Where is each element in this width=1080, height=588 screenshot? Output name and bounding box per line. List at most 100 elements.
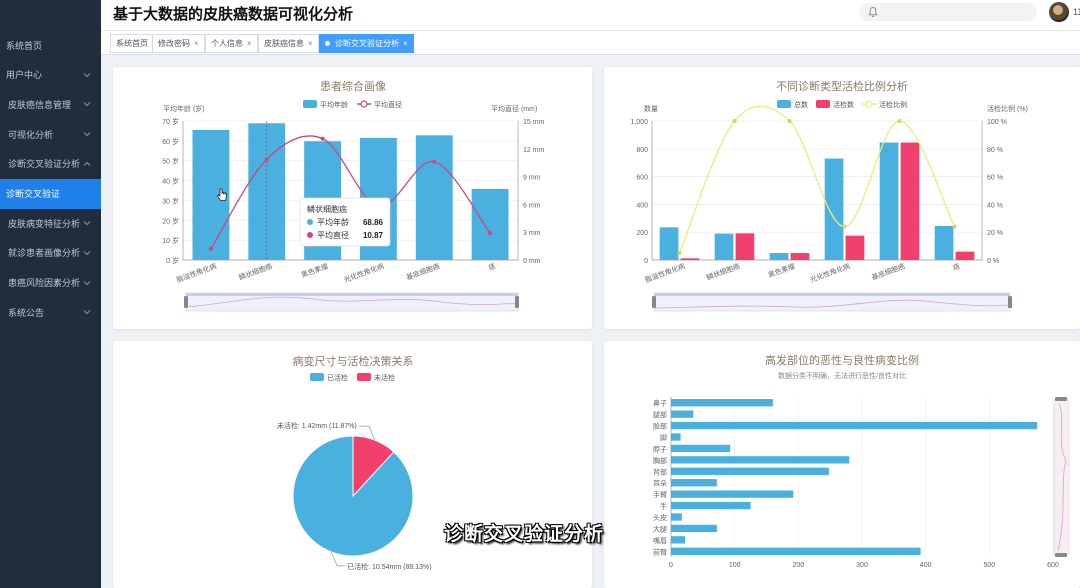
y-right-tick-label: 20 % [987, 230, 1003, 237]
chevron-down-icon [83, 310, 91, 315]
tab-label: 诊断交叉验证分析 [335, 39, 399, 48]
datazoom-handle [1055, 397, 1067, 401]
patient-profile-chart: 患者综合画像平均年龄 平均直径平均年龄 (岁) 平均直径 (mm)0 岁10 岁20… [162, 79, 545, 312]
y-left-tick-label: 0 岁 [166, 256, 179, 265]
tab-label: 系统首页 [116, 39, 148, 48]
bar [680, 258, 700, 260]
x-tick-label: 0 [669, 562, 673, 569]
bar [671, 479, 717, 487]
tooltip-dot [307, 219, 313, 225]
y-tick-label: 大腿 [653, 524, 667, 533]
close-icon[interactable]: × [247, 39, 252, 48]
close-icon[interactable]: × [194, 39, 199, 48]
y-left-tick-label: 1,000 [630, 119, 648, 126]
legend-label: 活检比例 [879, 100, 907, 109]
chevron-path [83, 132, 91, 137]
line-point [320, 136, 325, 141]
tab-label: 个人信息 [211, 39, 243, 48]
bar [900, 142, 920, 260]
bar [790, 253, 810, 260]
bar [671, 467, 829, 475]
sidebar-item[interactable]: 就诊患者画像分析 [0, 238, 101, 268]
bar [671, 490, 794, 498]
hand-cursor-icon [216, 188, 227, 201]
body-site-chart-card: 高发部位的恶性与良性病变比例 数据分类不明确，无法进行恶性/良性对比 0 100 200… [604, 341, 1080, 588]
sidebar-item[interactable]: 皮肤病变特征分析 [0, 208, 101, 238]
sidebar-item[interactable]: 患癌风险因素分析 [0, 268, 101, 298]
video-subtitle-overlay: 诊断交叉验证分析 [444, 523, 605, 545]
x-tick-label: 脂溢性角化病 [175, 261, 218, 284]
bar [955, 251, 975, 260]
legend-swatch [310, 373, 324, 381]
legend-label: 平均直径 [374, 100, 402, 109]
tab[interactable]: 个人信息 × [205, 34, 258, 53]
biopsy-ratio-chart: 不同诊断类型活检比例分析总数 活检数 活检比例 数量 活检比例 (%) 0 200 400 60… [630, 79, 1028, 312]
x-tick-label: 黑色素瘤 [300, 261, 329, 279]
y-tick-label: 脚 [660, 433, 667, 442]
y-tick-label: 前臂 [653, 547, 667, 556]
bar [671, 410, 694, 418]
sidebar-item[interactable]: 系统公告 [0, 297, 101, 327]
sidebar-item[interactable]: 用户中心 [0, 60, 101, 90]
chevron-path [83, 102, 91, 107]
sidebar-item[interactable]: 诊断交叉验证分析 [0, 149, 101, 179]
x-tick-label: 基底细胞癌 [405, 261, 441, 281]
chart-title: 病变尺寸与活检决策关系 [293, 354, 414, 368]
legend-label: 平均年龄 [320, 100, 348, 109]
chart-title: 患者综合画像 [320, 79, 386, 93]
chevron-down-icon [83, 251, 91, 256]
y-right-tick-label: 80 % [987, 147, 1003, 154]
datazoom-bar [186, 293, 518, 296]
y-left-tick-label: 60 岁 [162, 137, 179, 146]
avatar[interactable] [1049, 2, 1069, 22]
sidebar-item[interactable]: 系统首页 [0, 30, 101, 60]
legend-swatch [303, 100, 317, 108]
x-tick-label: 400 [920, 562, 932, 569]
tooltip-value: 10.87 [363, 231, 384, 240]
biopsy-ratio-chart-card: 不同诊断类型活检比例分析 总数 活检数 活检比例 数量 活检比例 (%) 0 200 400 60… [604, 67, 1080, 329]
bar [735, 233, 755, 260]
y-right-tick-label: 60 % [987, 175, 1003, 182]
datazoom-handle [652, 296, 656, 308]
line-point [432, 159, 437, 164]
y-tick-label: 脸部 [653, 422, 667, 431]
sidebar-item[interactable]: 诊断交叉验证 [0, 178, 101, 209]
tab[interactable]: 诊断交叉验证分析 × [319, 34, 414, 53]
user-name[interactable]: 11 [1073, 7, 1080, 17]
search-input[interactable] [859, 3, 1037, 21]
bar [671, 547, 921, 555]
chevron-path [83, 251, 91, 256]
sidebar-item[interactable]: 可视化分析 [0, 119, 101, 149]
x-tick-label: 黑色素瘤 [767, 261, 796, 279]
x-tick-label: 鳞状细胞癌 [237, 261, 273, 281]
bar [671, 433, 681, 441]
bell-icon[interactable] [867, 6, 879, 18]
tab[interactable]: 皮肤癌信息 × [258, 34, 319, 53]
sidebar-item[interactable]: 皮肤癌信息管理 [0, 89, 101, 119]
bar [671, 536, 686, 544]
tab[interactable]: 系统首页 [110, 34, 154, 53]
close-icon[interactable]: × [403, 39, 408, 48]
y-left-tick-label: 70 岁 [162, 117, 179, 126]
sidebar-item-label: 皮肤癌信息管理 [8, 99, 72, 110]
datazoom-handle [1055, 553, 1067, 557]
y-right-tick-label: 3 mm [523, 230, 541, 237]
bar [659, 227, 679, 260]
y-right-axis-label: 活检比例 (%) [987, 104, 1028, 113]
close-icon[interactable]: × [308, 39, 313, 48]
y-tick-label: 耳朵 [653, 480, 667, 488]
x-tick-label: 光化性角化病 [809, 261, 852, 284]
bar [671, 501, 751, 510]
y-right-tick-label: 9 mm [523, 175, 541, 182]
tab[interactable]: 修改密码 × [152, 34, 205, 53]
tab-label: 皮肤癌信息 [264, 39, 304, 48]
chevron-path [83, 280, 91, 285]
datazoom-handle [515, 296, 519, 308]
y-tick-label: 鼻子 [653, 399, 667, 408]
sidebar-item-label: 可视化分析 [8, 129, 54, 140]
line-point [787, 119, 792, 123]
legend-label: 活检数 [833, 100, 854, 109]
sidebar-item-label: 系统公告 [8, 307, 45, 318]
legend-label: 已活检 [327, 373, 348, 382]
sidebar-item-label: 系统首页 [6, 40, 43, 51]
